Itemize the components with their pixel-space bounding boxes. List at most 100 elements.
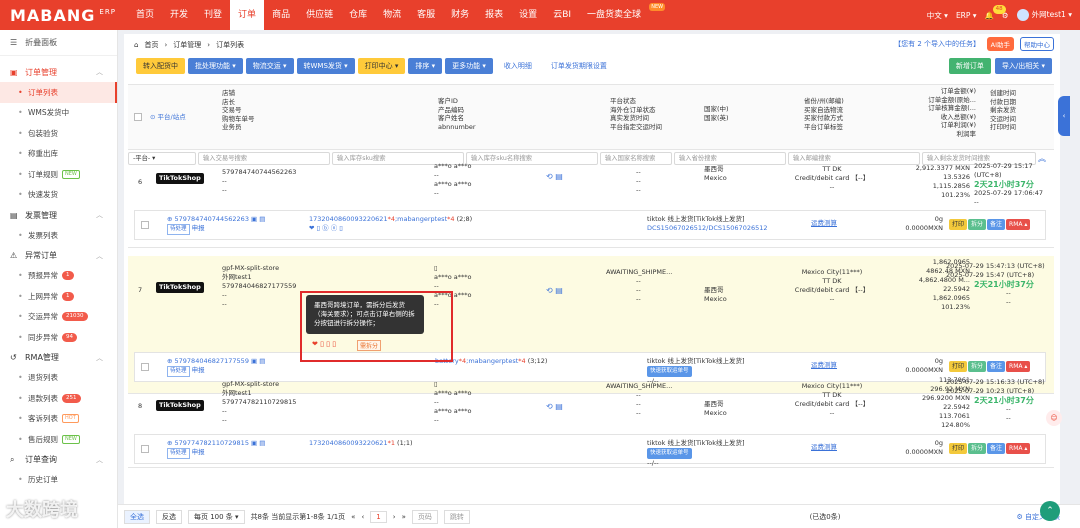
nav-warehouse[interactable]: 仓库 xyxy=(341,0,375,30)
nav-settings[interactable]: 设置 xyxy=(511,0,545,30)
feedback-icon[interactable]: ☺ xyxy=(1046,410,1062,426)
sidebar-item-history[interactable]: • 历史订单 xyxy=(0,470,117,491)
split-button[interactable]: 拆分 xyxy=(968,443,987,454)
freight-calc-link[interactable]: 运费测算 xyxy=(811,443,837,452)
breadcrumb-home[interactable]: 首页 xyxy=(144,40,158,50)
sidebar-item-wms[interactable]: • WMS发货中 xyxy=(0,103,117,124)
breadcrumb-orders[interactable]: 订单管理 xyxy=(173,40,201,50)
freight-calc-link[interactable]: 运费测算 xyxy=(811,219,837,228)
rma-button[interactable]: RMA ▴ xyxy=(1006,361,1031,372)
sidebar-item-invoice-list[interactable]: • 发票列表 xyxy=(0,225,117,246)
country-search[interactable]: 输入国家名称搜索 xyxy=(600,151,672,165)
ai-assistant-button[interactable]: AI助手 xyxy=(986,37,1014,51)
sidebar-item-order-list[interactable]: • 订单列表 xyxy=(0,82,117,103)
nav-cloud-bi[interactable]: 云BI xyxy=(545,0,579,30)
sidebar-group-order-management[interactable]: ▣ 订单管理 ︿ xyxy=(0,62,117,82)
sidebar-item-inspection[interactable]: • 包装验货 xyxy=(0,123,117,144)
scroll-top-button[interactable]: ⌃ xyxy=(1040,501,1060,521)
remark-button[interactable]: 备注 xyxy=(987,361,1006,372)
sidebar-item-online-exception[interactable]: • 上网异常 1 xyxy=(0,286,117,307)
nav-global[interactable]: 一盘货卖全球 NEW xyxy=(579,0,666,30)
sort-button[interactable]: 排序 ▾ xyxy=(408,58,443,74)
current-page[interactable]: 1 xyxy=(370,510,387,523)
sidebar-item-order-rules[interactable]: • 订单规则 NEW xyxy=(0,164,117,185)
income-detail-link[interactable]: 收入明细 xyxy=(496,61,540,71)
tracking-link[interactable]: DCS15067026512/DCS15067026512 xyxy=(647,224,768,233)
side-collapse-tab[interactable]: ‹ xyxy=(1058,96,1070,136)
fast-tracking-button[interactable]: 快速获取运单号 xyxy=(647,448,692,459)
select-all-checkbox[interactable] xyxy=(134,113,142,121)
sku-link[interactable]: 1732040860093220621 xyxy=(309,439,388,447)
declare-link[interactable]: 申报 xyxy=(192,224,205,232)
nav-home[interactable]: 首页 xyxy=(128,0,162,30)
last-page-icon[interactable]: » xyxy=(402,513,406,521)
split-button[interactable]: 拆分 xyxy=(968,361,987,372)
next-page-icon[interactable]: › xyxy=(393,513,396,521)
sidebar-group-exceptions[interactable]: ⚠ 异常订单 ︿ xyxy=(0,246,117,266)
sidebar-item-forecast-exception[interactable]: • 预报异常 1 xyxy=(0,266,117,287)
nav-service[interactable]: 客服 xyxy=(409,0,443,30)
user-menu[interactable]: 外网test1 ▾ xyxy=(1016,9,1072,21)
history-icon[interactable]: ⟲ ▤ xyxy=(546,172,563,181)
language-select[interactable]: 中文 ▾ xyxy=(927,10,948,21)
platform-filter[interactable]: -平台- ▾ xyxy=(128,151,196,165)
per-page-select[interactable]: 每页 100 条 ▾ xyxy=(188,509,245,524)
order-number-link[interactable]: 579784046827177559 xyxy=(175,357,249,365)
sidebar-group-invoice[interactable]: ▤ 发票管理 ︿ xyxy=(0,205,117,225)
nav-listing[interactable]: 刊登 xyxy=(196,0,230,30)
print-button[interactable]: 打印 xyxy=(949,219,968,230)
nav-reports[interactable]: 报表 xyxy=(477,0,511,30)
sidebar-item-refunds[interactable]: • 退款列表 251 xyxy=(0,388,117,409)
import-export-button[interactable]: 导入/出相关 ▾ xyxy=(994,58,1052,74)
more-functions-button[interactable]: 更多功能 ▾ xyxy=(445,58,493,74)
split-button[interactable]: 拆分 xyxy=(968,219,987,230)
collapse-panel-button[interactable]: ☰ 折叠面板 xyxy=(0,30,117,56)
page-number-input[interactable]: 页码 xyxy=(411,509,438,524)
print-button[interactable]: 打印 xyxy=(949,443,968,454)
sidebar-item-dispatch-exception[interactable]: • 交运异常 21030 xyxy=(0,307,117,328)
ship-deadline-link[interactable]: 订单发货期限设置 xyxy=(543,61,615,71)
first-page-icon[interactable]: « xyxy=(351,513,355,521)
history-icon[interactable]: ⟲ ▤ xyxy=(546,286,563,295)
wms-ship-button[interactable]: 转WMS发货 ▾ xyxy=(296,58,355,74)
history-icon[interactable]: ⟲ ▤ xyxy=(546,402,563,411)
nav-develop[interactable]: 开发 xyxy=(162,0,196,30)
select-all-button[interactable]: 全选 xyxy=(124,509,150,524)
sidebar-item-quick-ship[interactable]: • 快速发货 xyxy=(0,185,117,206)
jump-button[interactable]: 跳转 xyxy=(443,509,470,524)
batch-process-button[interactable]: 批处理功能 ▾ xyxy=(188,58,243,74)
print-center-button[interactable]: 打印中心 ▾ xyxy=(357,58,406,74)
nav-supply[interactable]: 供应链 xyxy=(298,0,341,30)
order-number-link[interactable]: 579784740744562263 xyxy=(175,215,249,223)
logistics-dispatch-button[interactable]: 物流交运 ▾ xyxy=(245,58,294,74)
sidebar-item-returns[interactable]: • 退货列表 xyxy=(0,368,117,389)
item-checkbox[interactable] xyxy=(141,221,149,229)
nav-orders[interactable]: 订单 xyxy=(230,0,265,30)
nav-logistics[interactable]: 物流 xyxy=(375,0,409,30)
sidebar-item-aftersale-rules[interactable]: • 售后规则 NEW xyxy=(0,429,117,450)
nav-finance[interactable]: 财务 xyxy=(443,0,477,30)
order-number-link[interactable]: 579774782110729815 xyxy=(175,439,249,447)
bell-icon[interactable]: 🔔 48 xyxy=(985,4,1006,20)
sidebar-group-order-query[interactable]: ⌕ 订单查询 ︿ xyxy=(0,450,117,470)
zip-search[interactable]: 输入邮编搜索 xyxy=(788,151,920,165)
sku-link[interactable]: 1732040860093220621 xyxy=(309,215,388,223)
remark-button[interactable]: 备注 xyxy=(987,443,1006,454)
rma-button[interactable]: RMA ▴ xyxy=(1006,443,1031,454)
add-order-button[interactable]: 新增订单 xyxy=(948,58,991,74)
trade-no-search[interactable]: 输入交易号搜索 xyxy=(198,151,330,165)
order-row-6[interactable]: 6 TikTokShop 579784740744562263 -- -- a***… xyxy=(128,162,1054,248)
declare-link[interactable]: 申报 xyxy=(192,448,205,456)
platform-header[interactable]: ⊙ 平台/站点 xyxy=(150,113,186,122)
help-center-button[interactable]: 帮助中心 xyxy=(1020,37,1054,51)
freight-calc-link[interactable]: 运费测算 xyxy=(811,361,837,370)
invert-selection-button[interactable]: 反选 xyxy=(156,509,182,524)
order-row-8[interactable]: 8 TikTokShop gpf-MX-split-store 外网test1 57… xyxy=(128,374,1054,468)
print-button[interactable]: 打印 xyxy=(949,361,968,372)
erp-menu[interactable]: ERP ▾ xyxy=(956,11,977,20)
prev-page-icon[interactable]: ‹ xyxy=(361,513,364,521)
logo[interactable]: MABANG ERP xyxy=(10,6,128,25)
import-task-link[interactable]: 【您有 2 个导入中的任务】 xyxy=(894,39,980,49)
declare-link[interactable]: 申报 xyxy=(192,366,205,374)
province-search[interactable]: 输入省份搜索 xyxy=(674,151,786,165)
